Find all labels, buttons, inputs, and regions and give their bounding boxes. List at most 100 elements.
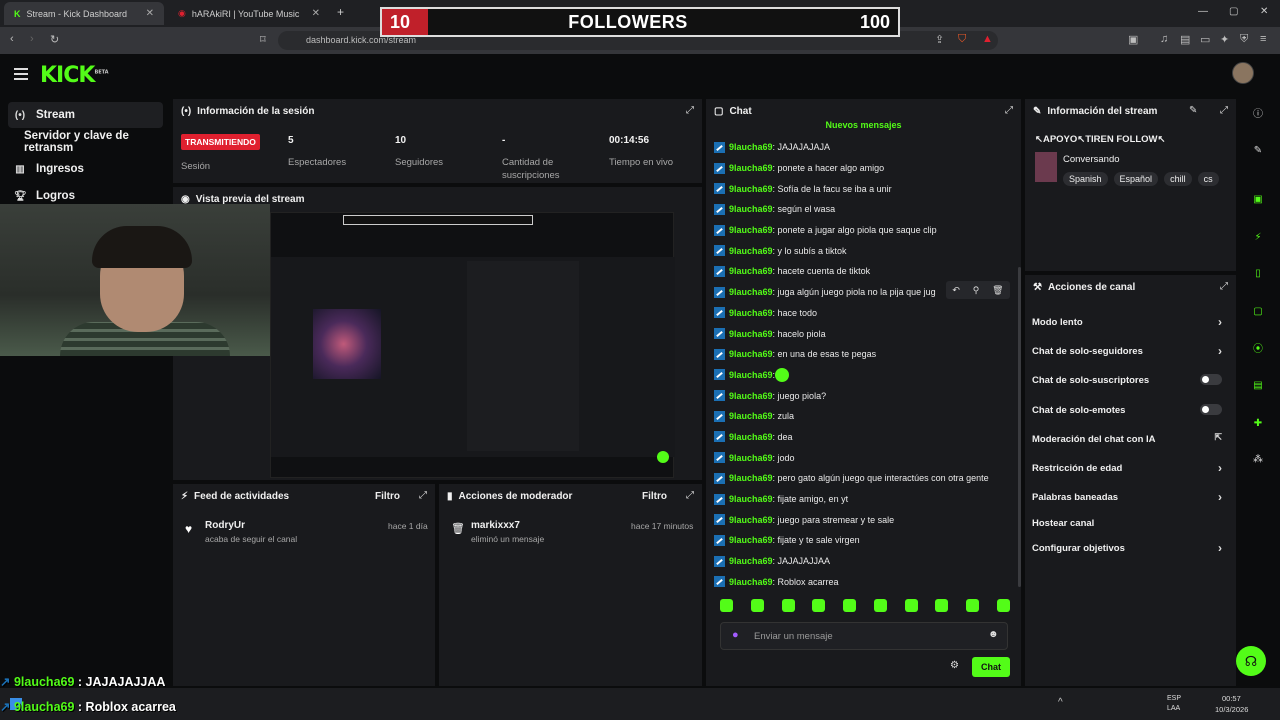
action-configure-goals[interactable]: Configurar objetivos › [1032, 541, 1222, 555]
clock-time[interactable]: 00:57 [1222, 694, 1241, 703]
chat-message[interactable]: 9laucha69: juego piola? [714, 385, 1014, 406]
chat-message[interactable]: 9laucha69: ponete a hacer algo amigo [714, 158, 1014, 179]
feed-entry-name[interactable]: RodryUr [205, 520, 245, 531]
chat-username[interactable]: 9laucha69 [729, 329, 773, 339]
chat-username[interactable]: 9laucha69 [729, 349, 773, 359]
chat-message[interactable]: 9laucha69: juego para stremear y te sale [714, 509, 1014, 530]
chat-bubble-icon[interactable]: ▢ [1248, 302, 1268, 322]
emote-icon[interactable] [812, 599, 826, 612]
expand-icon[interactable]: ⤢ [686, 105, 694, 116]
tools-icon[interactable]: ✚ [1248, 414, 1268, 434]
chat-message[interactable]: 9laucha69: fijate y te sale virgen [714, 530, 1014, 551]
wallet-icon[interactable]: ▭ [1200, 33, 1210, 46]
emote-icon[interactable] [720, 599, 733, 612]
chat-message[interactable]: 9laucha69: JAJAJAJJAA [714, 551, 1014, 572]
chat-message[interactable]: 9laucha69: y lo subís a tiktok [714, 240, 1014, 261]
info-icon[interactable]: ⓘ [1248, 105, 1268, 125]
panel-icon[interactable]: ▤ [1248, 376, 1268, 396]
tray-expand-icon[interactable]: ^ [1058, 697, 1063, 708]
document-icon[interactable]: ▯ [1248, 264, 1268, 284]
chat-message[interactable]: 9laucha69: fijate amigo, en yt [714, 489, 1014, 510]
avatar[interactable] [1232, 62, 1254, 84]
chat-username[interactable]: 9laucha69 [729, 535, 773, 545]
microphone-icon[interactable]: ● [732, 629, 739, 641]
chat-username[interactable]: 9laucha69 [729, 577, 773, 587]
edit-icon[interactable]: ✎ [1248, 141, 1268, 161]
mod-entry-name[interactable]: markixxx7 [471, 520, 520, 531]
chat-username[interactable]: 9laucha69 [729, 411, 773, 421]
chat-message[interactable]: 9laucha69: en una de esas te pegas [714, 344, 1014, 365]
tab-kick-dashboard[interactable]: K Stream - Kick Dashboard ✕ [4, 2, 164, 25]
delete-icon[interactable]: 🗑︎ [992, 285, 1003, 296]
forward-icon[interactable]: › [30, 33, 34, 45]
chat-username[interactable]: 9laucha69 [729, 515, 773, 525]
sidebar-item-server-key[interactable]: Servidor y clave de retransm [18, 129, 178, 155]
chat-username[interactable]: 9laucha69 [729, 432, 773, 442]
chat-message[interactable]: 9laucha69: Roblox acarrea [714, 571, 1014, 592]
edit-pencil-icon[interactable]: ✎ [1189, 105, 1197, 116]
chat-username[interactable]: 9laucha69 [729, 473, 773, 483]
action-followers-only[interactable]: Chat de solo-seguidores › [1032, 344, 1222, 358]
chat-username[interactable]: 9laucha69 [729, 266, 773, 276]
media-icon[interactable]: ♫ [1160, 33, 1168, 45]
chat-username[interactable]: 9laucha69 [729, 556, 773, 566]
chat-username[interactable]: 9laucha69 [729, 204, 773, 214]
apps-icon[interactable]: ⁂ [1248, 450, 1268, 470]
action-slow-mode[interactable]: Modo lento › [1032, 315, 1222, 329]
chat-message[interactable]: 9laucha69: hacelo piola [714, 323, 1014, 344]
chat-message[interactable]: 9laucha69: pero gato algún juego que int… [714, 468, 1014, 489]
emoji-icon[interactable]: ☻ [988, 629, 999, 640]
chat-username[interactable]: 9laucha69 [729, 184, 773, 194]
chat-username[interactable]: 9laucha69 [729, 287, 773, 297]
chat-username[interactable]: 9laucha69 [729, 370, 773, 380]
lightning-icon[interactable]: ⚡︎ [1248, 228, 1268, 248]
chat-message[interactable]: 9laucha69: jodo [714, 447, 1014, 468]
stream-preview-video[interactable] [270, 212, 675, 478]
emote-icon[interactable] [873, 599, 887, 612]
action-age-restriction[interactable]: Restricción de edad › [1032, 461, 1222, 475]
chat-username[interactable]: 9laucha69 [729, 142, 773, 152]
action-banned-words[interactable]: Palabras baneadas › [1032, 490, 1222, 504]
chat-message[interactable]: 9laucha69: según el wasa [714, 199, 1014, 220]
expand-icon[interactable]: ⤢ [419, 490, 427, 501]
emotes-only-toggle[interactable] [1200, 404, 1222, 415]
reload-icon[interactable]: ↻ [50, 33, 59, 46]
chat-username[interactable]: 9laucha69 [729, 391, 773, 401]
emote-icon[interactable] [904, 599, 918, 612]
chat-message[interactable]: 9laucha69: ponete a jugar algo piola que… [714, 220, 1014, 241]
chat-message[interactable]: 9laucha69: JAJAJAJAJA [714, 137, 1014, 158]
action-host-channel[interactable]: Hostear canal [1032, 518, 1222, 529]
rewards-icon[interactable]: ▲ [982, 33, 993, 45]
chat-username[interactable]: 9laucha69 [729, 453, 773, 463]
action-ai-moderation[interactable]: Moderación del chat con IA ⇱ [1032, 432, 1222, 445]
clip-icon[interactable]: ▣ [1248, 190, 1268, 210]
subscribers-only-toggle[interactable] [1200, 374, 1222, 385]
close-window-icon[interactable]: ✕ [1260, 6, 1268, 17]
filter-button[interactable]: Filtro [642, 491, 667, 502]
reader-icon[interactable]: ▤ [1180, 33, 1190, 46]
chat-message[interactable]: 9laucha69: hacete cuenta de tiktok [714, 261, 1014, 282]
chat-message[interactable]: 9laucha69: Sofía de la facu se iba a uni… [714, 178, 1014, 199]
chat-message[interactable]: 9laucha69: dea [714, 427, 1014, 448]
chat-scrollbar[interactable] [1018, 267, 1021, 587]
chat-username[interactable]: 9laucha69 [729, 494, 773, 504]
close-icon[interactable]: ✕ [146, 8, 154, 19]
chat-username[interactable]: 9laucha69 [729, 308, 773, 318]
reply-icon[interactable]: ↶ [952, 285, 960, 296]
tab-youtube-music[interactable]: ◉ hARAkiRI | YouTube Music ✕ [168, 2, 330, 25]
chat-message[interactable]: 9laucha69: zula [714, 406, 1014, 427]
pin-icon[interactable]: ⚲ [973, 285, 980, 296]
chat-username[interactable]: 9laucha69 [729, 163, 773, 173]
sidebar-item-ingresos[interactable]: ▥ Ingresos [8, 156, 163, 182]
support-chat-button[interactable]: ☊ [1236, 646, 1266, 676]
back-icon[interactable]: ‹ [10, 33, 14, 45]
emote-icon[interactable] [935, 599, 949, 612]
emote-icon[interactable] [966, 599, 980, 612]
emote-icon[interactable] [843, 599, 857, 612]
minimize-icon[interactable]: — [1198, 6, 1208, 17]
brave-shield-icon[interactable]: ⛉ [958, 33, 966, 46]
bookmark-icon[interactable]: ⌑ [260, 33, 266, 46]
chat-message[interactable]: 9laucha69: [714, 365, 1014, 386]
share-icon[interactable]: ⇪ [935, 33, 944, 46]
sidebar-item-stream[interactable]: (•) Stream [8, 102, 163, 128]
